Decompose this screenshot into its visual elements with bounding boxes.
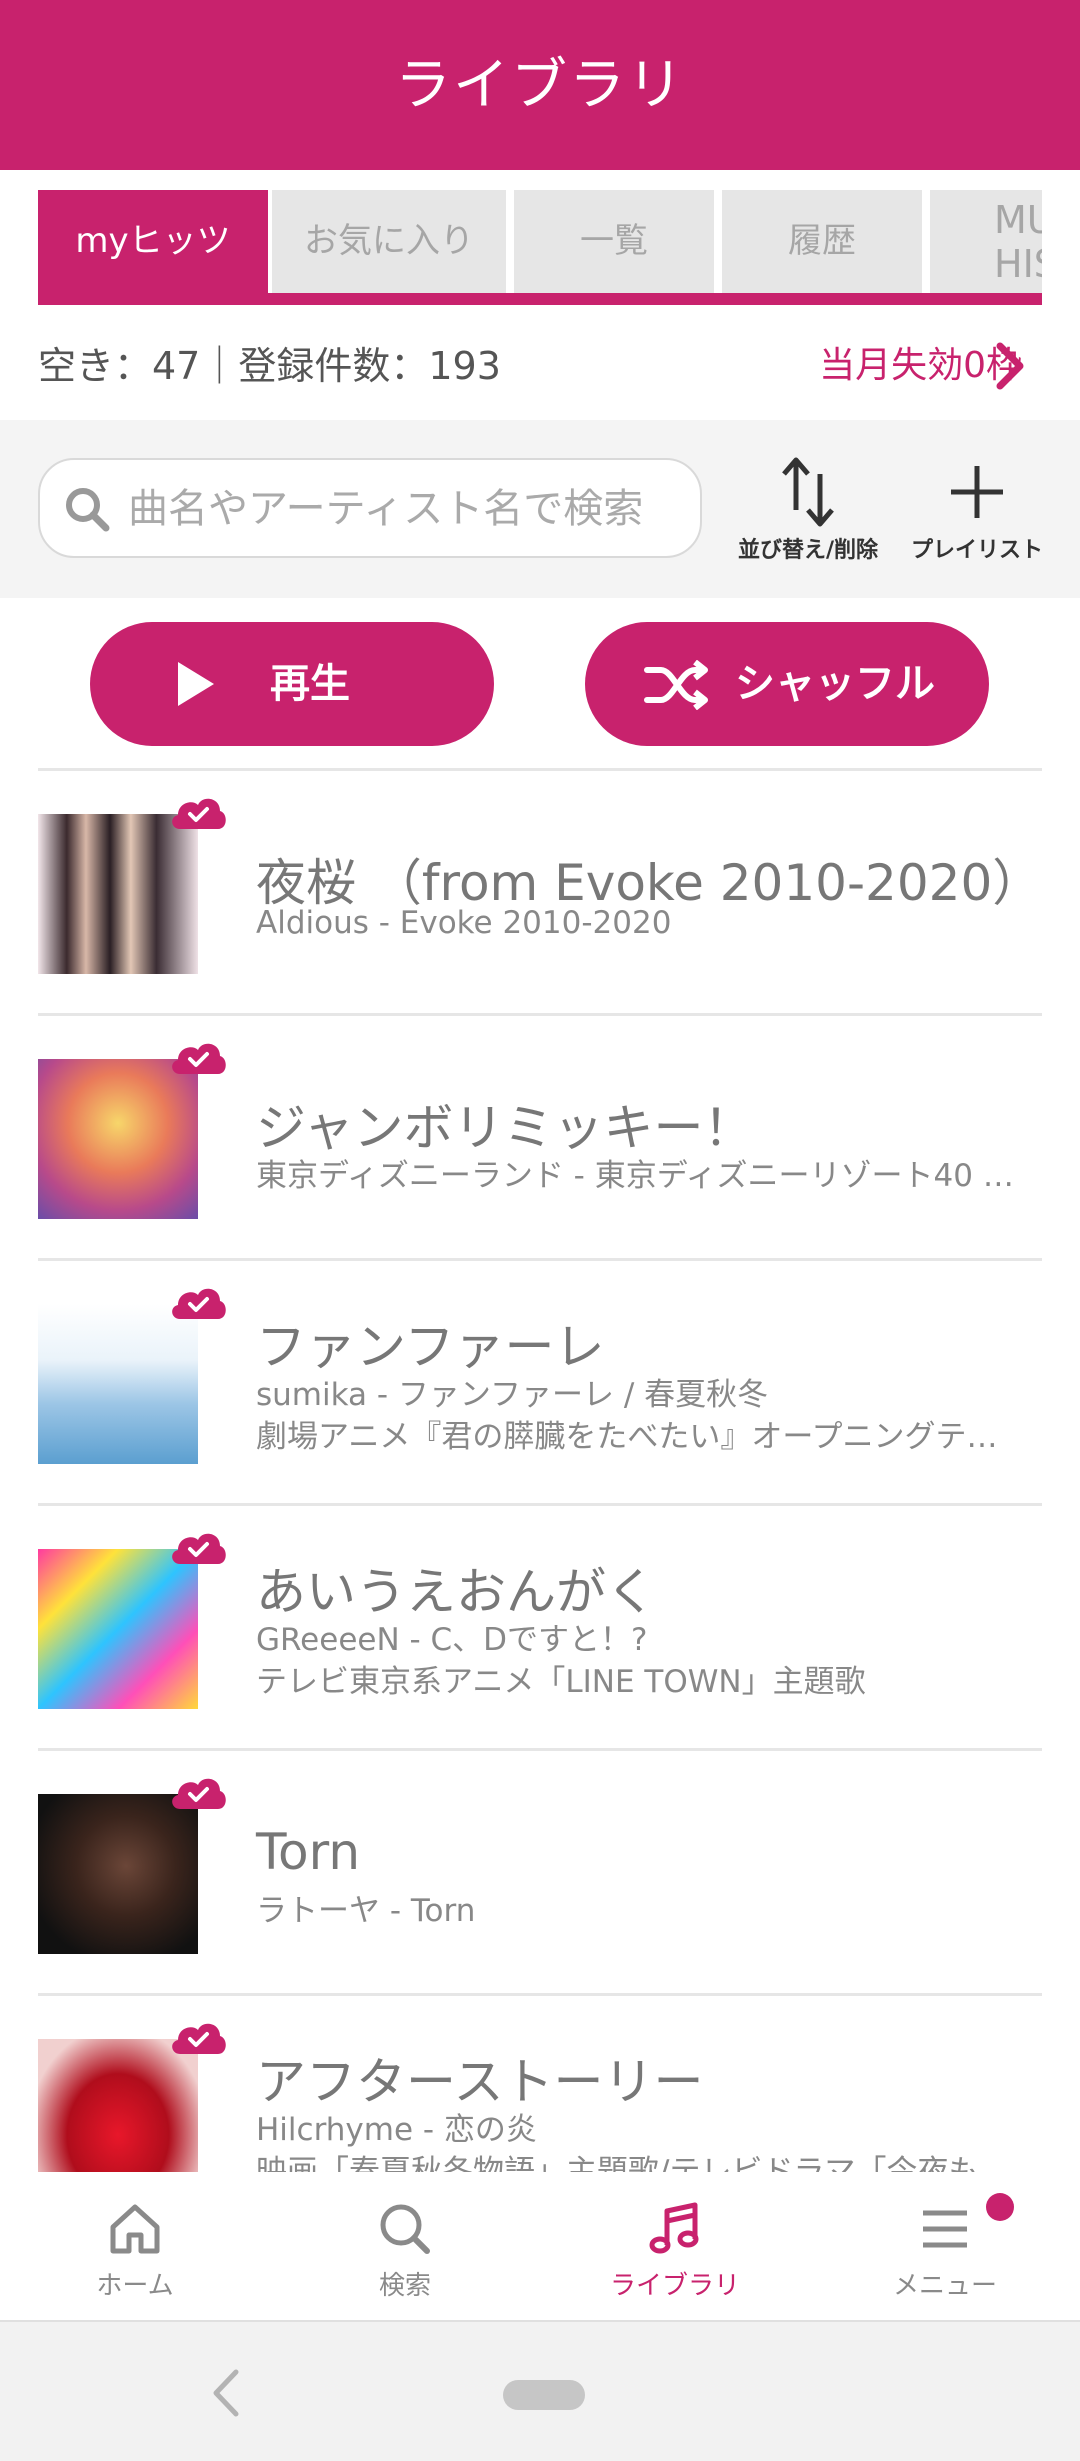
nav-library-label: ライブラリ <box>609 2271 740 2301</box>
nav-home[interactable]: ホーム <box>0 2195 270 2305</box>
nav-search[interactable]: 検索 <box>270 2195 540 2305</box>
search-icon <box>66 488 110 532</box>
track-description: 映画「春夏秋冬物語」主題歌/テレビドラマ「今夜もし」… <box>256 2154 1016 2172</box>
notification-dot <box>986 2193 1014 2221</box>
track-artist-album: 東京ディズニーランド - 東京ディズニーリゾート40 周… <box>256 1158 1016 1194</box>
search-input[interactable] <box>126 468 690 550</box>
track-row[interactable]: Torn ラトーヤ - Torn <box>0 1751 1080 1996</box>
play-button[interactable]: 再生 <box>90 622 494 746</box>
nav-home-label: ホーム <box>96 2271 174 2301</box>
track-artist-album: ラトーヤ - Torn <box>256 1893 476 1929</box>
home-icon <box>110 2204 160 2254</box>
cloud-check-icon <box>172 798 226 829</box>
sort-icon <box>782 457 834 527</box>
track-row[interactable]: 夜桜 （from Evoke 2010-2020） Aldious - Evok… <box>0 771 1080 1016</box>
tab-bar: myヒッツ お気に入り 一覧 履歴 MU HIST <box>38 190 1042 306</box>
cloud-check-icon <box>172 1288 226 1319</box>
tab-underline <box>38 293 1042 305</box>
track-description: テレビ東京系アニメ「LINE TOWN」主題歌 <box>256 1664 866 1700</box>
sort-delete-label: 並び替え/削除 <box>737 538 879 563</box>
track-row[interactable]: アフターストーリー Hilcrhyme - 恋の炎 映画「春夏秋冬物語」主題歌/… <box>0 1996 1080 2172</box>
system-home-pill[interactable] <box>503 2380 585 2410</box>
tab-music-history-line1: MU <box>994 198 1042 242</box>
track-row[interactable]: ファンファーレ sumika - ファンファーレ / 春夏秋冬 劇場アニメ『君の… <box>0 1261 1080 1506</box>
tab-music-history-line2: HIST <box>994 242 1042 286</box>
page-title: ライブラリ <box>395 53 685 118</box>
album-art <box>38 1059 198 1219</box>
nav-library[interactable]: ライブラリ <box>540 2195 810 2305</box>
music-note-icon <box>649 2202 699 2254</box>
playlist-label: プレイリスト <box>910 538 1043 563</box>
play-label: 再生 <box>270 661 350 707</box>
tab-all[interactable]: 一覧 <box>514 190 714 293</box>
tab-myhits[interactable]: myヒッツ <box>38 190 268 293</box>
shuffle-icon <box>644 660 708 710</box>
track-row[interactable]: ジャンボリミッキー！ 東京ディズニーランド - 東京ディズニーリゾート40 周… <box>0 1016 1080 1261</box>
album-art <box>38 2039 198 2172</box>
chevron-right-icon[interactable] <box>990 340 1030 392</box>
cloud-check-icon <box>172 2023 226 2054</box>
cloud-check-icon <box>172 1778 226 1809</box>
nav-menu-label: メニュー <box>892 2271 997 2301</box>
plus-icon <box>951 466 1003 518</box>
track-description: 劇場アニメ『君の膵臓をたべたい』オープニングテーマ <box>256 1419 1016 1455</box>
nav-menu[interactable]: メニュー <box>810 2195 1080 2305</box>
album-art <box>38 1794 198 1954</box>
album-art <box>38 1549 198 1709</box>
cloud-check-icon <box>172 1043 226 1074</box>
shuffle-label: シャッフル <box>735 661 935 707</box>
cloud-check-icon <box>172 1533 226 1564</box>
track-row[interactable]: あいうえおんがく GReeeeN - C、Dですと！? テレビ東京系アニメ「LI… <box>0 1506 1080 1751</box>
shuffle-button[interactable]: シャッフル <box>585 622 989 746</box>
track-title: Torn <box>256 1823 361 1881</box>
search-icon <box>380 2204 430 2254</box>
album-art <box>38 814 198 974</box>
expire-link[interactable]: 当月失効0枠 <box>0 336 1022 396</box>
track-artist-album: sumika - ファンファーレ / 春夏秋冬 <box>256 1377 769 1413</box>
track-artist-album: Hilcrhyme - 恋の炎 <box>256 2112 537 2148</box>
tab-history[interactable]: 履歴 <box>722 190 922 293</box>
sort-delete-button[interactable]: 並び替え/削除 <box>722 450 894 580</box>
back-arrow-icon[interactable] <box>208 2368 242 2418</box>
playlist-button[interactable]: プレイリスト <box>895 450 1059 580</box>
hamburger-menu-icon <box>923 2210 967 2248</box>
play-icon <box>178 662 214 706</box>
track-list: 夜桜 （from Evoke 2010-2020） Aldious - Evok… <box>0 771 1080 2172</box>
tab-favorites[interactable]: お気に入り <box>272 190 506 293</box>
tab-music-history[interactable]: MU HIST <box>930 190 1042 293</box>
track-artist-album: Aldious - Evoke 2010-2020 <box>256 905 672 941</box>
album-art <box>38 1304 198 1464</box>
track-artist-album: GReeeeN - C、Dですと！? <box>256 1622 648 1658</box>
nav-search-label: 検索 <box>378 2271 431 2301</box>
